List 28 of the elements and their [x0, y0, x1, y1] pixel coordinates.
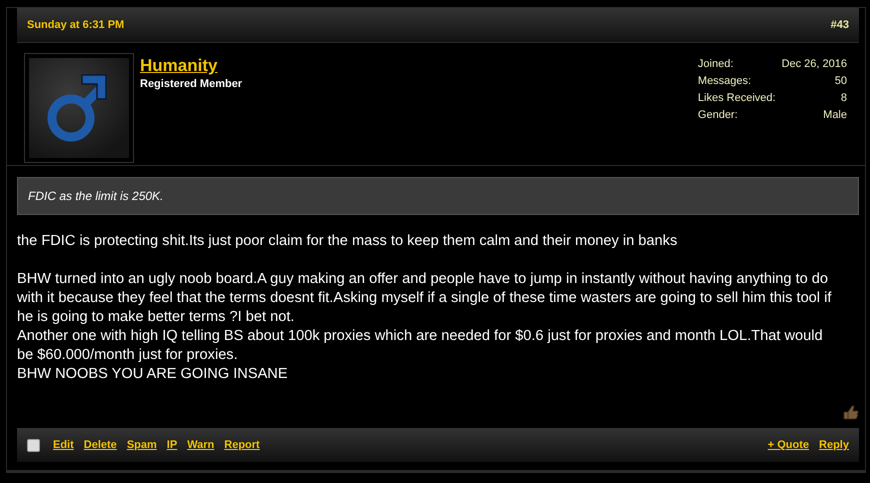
post-text: BHW NOOBS YOU ARE GOING INSANE: [17, 365, 289, 384]
stat-label: Joined:: [698, 58, 734, 70]
stat-label: Gender:: [698, 109, 739, 121]
action-link[interactable]: Edit: [53, 439, 74, 451]
post-text: Another one with high IQ telling BS about 100k proxies which are needed for $0.6 just for proxies and month LOL.That would be $60.000/month just for proxies.: [17, 327, 824, 365]
action-link[interactable]: Delete: [84, 439, 117, 451]
username-link[interactable]: Humanity: [140, 56, 218, 76]
stat-value: 50: [834, 75, 847, 87]
select-checkbox[interactable]: [27, 438, 40, 452]
action-link[interactable]: Report: [224, 439, 260, 451]
post-text: BHW turned into an ugly noob board.A guy making an offer and people have to jump in instantly without having anything to do with it because they feel that the terms doesnt fit.Asking myself if a single of these time wasters are going to sell him this tool if he is going to make better terms ?I bet not.: [17, 270, 832, 327]
avatar[interactable]: [24, 53, 134, 163]
stat-label: Likes Received:: [698, 92, 776, 104]
action-link[interactable]: IP: [166, 439, 178, 451]
post-number[interactable]: #43: [830, 19, 849, 31]
user-title: Registered Member: [140, 78, 244, 90]
action-link[interactable]: + Quote: [768, 439, 810, 451]
stat-value: Male: [822, 109, 847, 121]
stat-value: 8: [840, 92, 847, 104]
thumbs-up-icon[interactable]: [843, 404, 859, 420]
post-date: Sunday at 6:31 PM: [27, 19, 124, 31]
quote-block: FDIC as the limit is 250K.: [17, 177, 859, 215]
action-link[interactable]: Warn: [187, 439, 214, 451]
post-text: the FDIC is protecting shit.Its just poor claim for the mass to keep them calm and their money in banks: [17, 232, 678, 251]
stat-value: Dec 26, 2016: [782, 58, 847, 70]
action-link[interactable]: Spam: [126, 439, 157, 451]
stat-label: Messages:: [698, 75, 752, 87]
action-link[interactable]: Reply: [819, 439, 849, 451]
